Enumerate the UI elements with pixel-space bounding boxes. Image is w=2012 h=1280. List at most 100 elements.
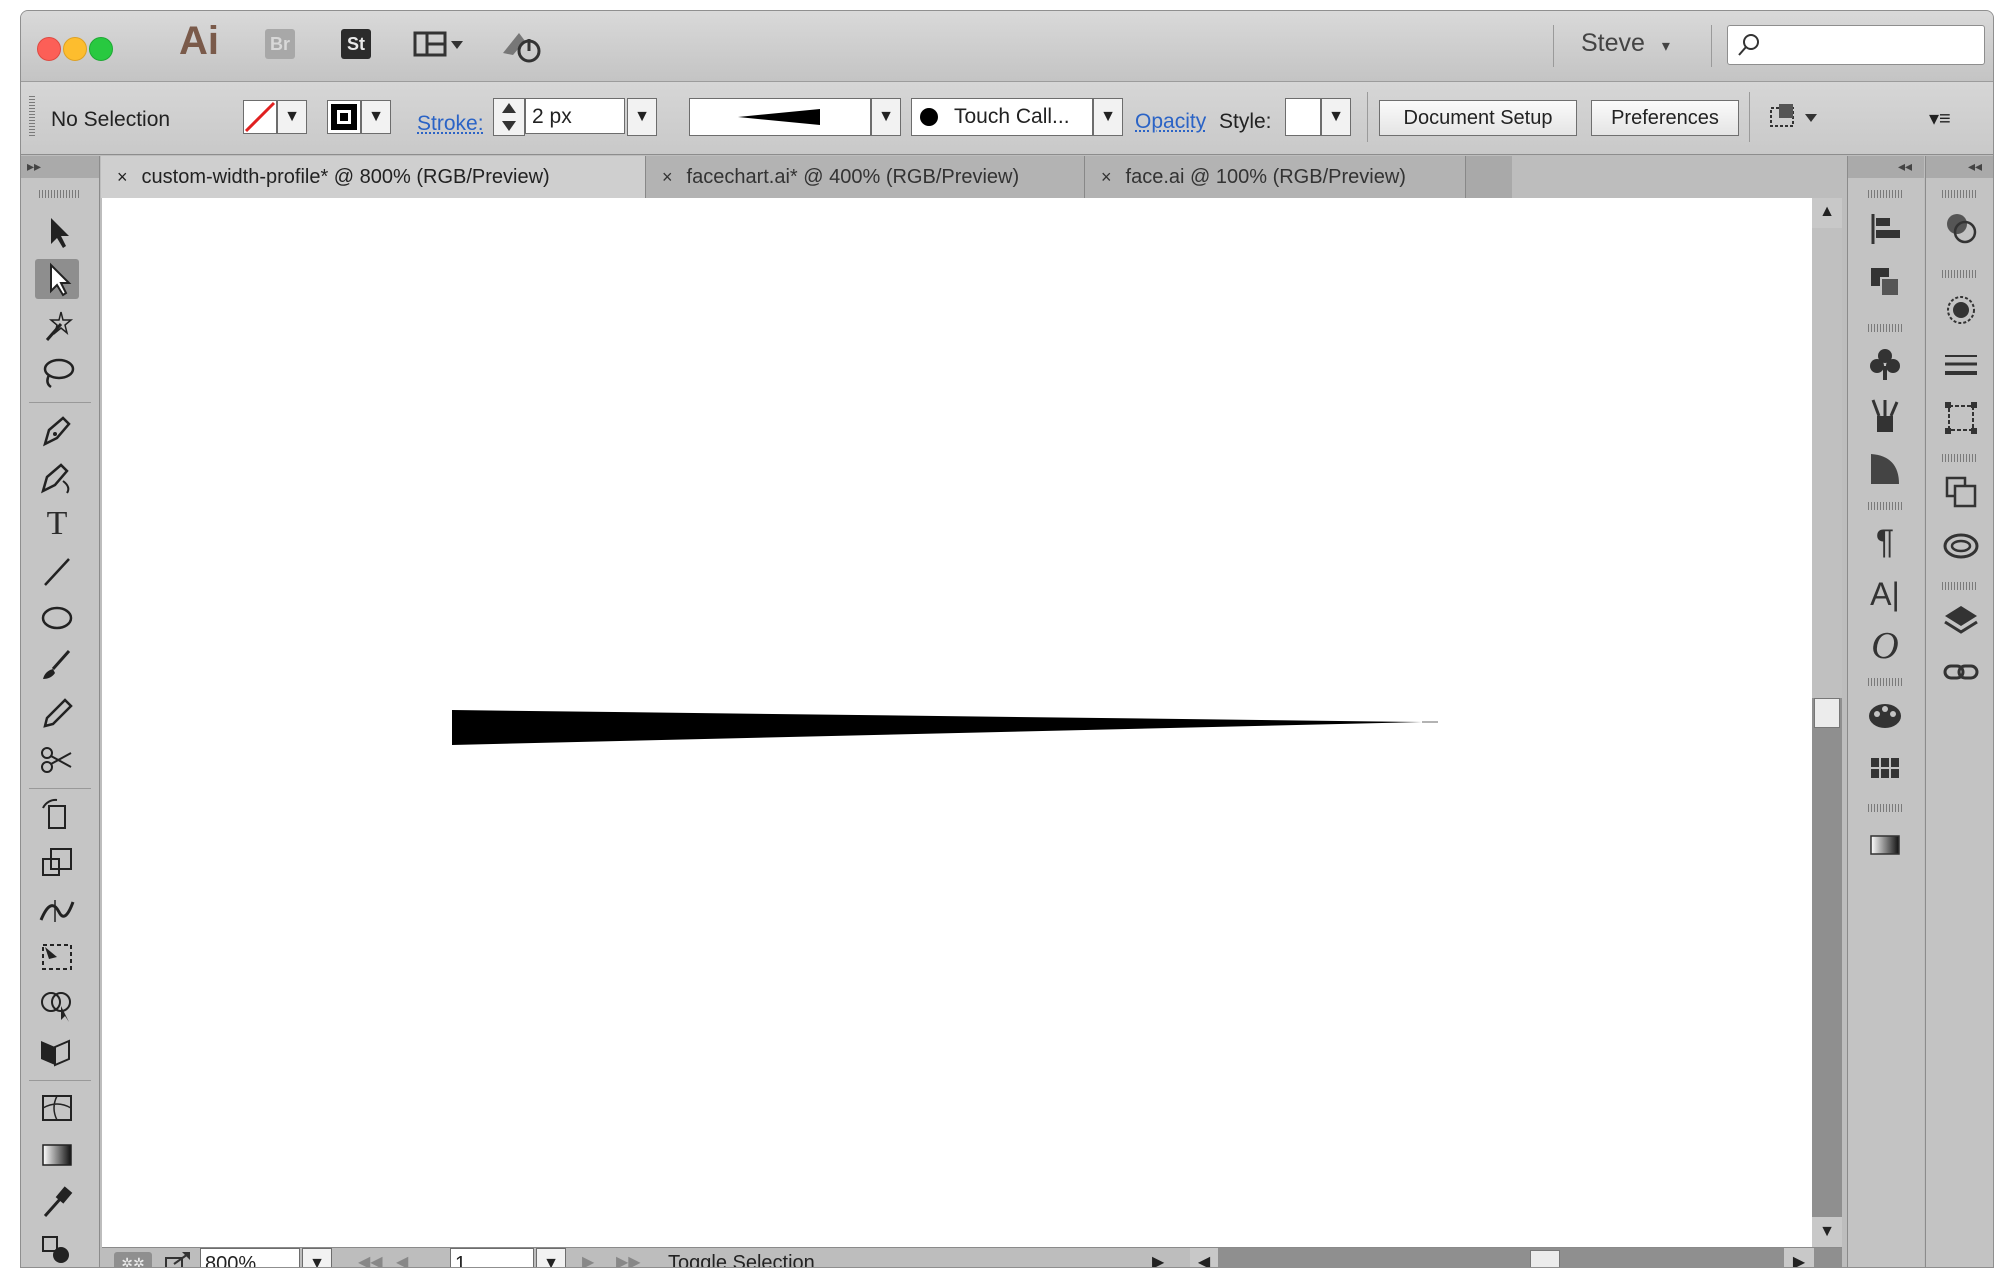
appearance-panel-icon[interactable] [1936,208,1986,252]
panel-group-grip[interactable] [1942,582,1978,590]
share-icon[interactable] [160,1250,194,1267]
opentype-panel-icon[interactable]: O [1860,624,1910,668]
expand-panel-icon[interactable]: ▸▸ [27,158,41,175]
scroll-up-arrow-icon[interactable]: ▲ [1812,198,1842,228]
ellipse-tool-icon[interactable] [35,598,79,638]
brush-definition-select[interactable]: Touch Call... [911,98,1093,136]
gradient-tool-icon[interactable] [35,1135,79,1175]
pathfinder-panel-icon[interactable] [1860,260,1910,304]
libraries-panel-icon[interactable] [1936,526,1986,570]
panel-group-grip[interactable] [1868,678,1904,686]
perspective-grid-tool-icon[interactable] [35,1031,79,1071]
artboard-number-input[interactable]: 1 [450,1248,534,1267]
brushes-panel-icon[interactable] [1860,396,1910,440]
brush-dropdown[interactable]: ▼ [1093,98,1123,136]
tab-face[interactable]: × face.ai @ 100% (RGB/Preview) [1085,156,1466,198]
paintbrush-tool-icon[interactable] [35,645,79,685]
panel-group-grip[interactable] [1942,190,1978,198]
stroke-panel-icon[interactable] [1860,448,1910,492]
symbols-panel-icon[interactable] [1860,344,1910,388]
stroke-swatch-dropdown[interactable]: ▼ [361,100,391,134]
shape-builder-tool-icon[interactable] [35,984,79,1024]
first-artboard-icon[interactable]: ◀◀ [358,1252,383,1267]
artboard-options-icon[interactable]: ✲✲ [114,1252,152,1267]
links-panel-icon[interactable] [1936,652,1986,696]
artboard-dropdown[interactable]: ▼ [536,1248,566,1267]
dock-header[interactable]: ◂◂ [1848,156,1924,178]
previous-artboard-icon[interactable]: ◀ [396,1252,408,1267]
stroke-weight-panel-icon[interactable] [1936,344,1986,388]
gpu-performance-icon[interactable] [499,25,543,65]
scale-tool-icon[interactable] [35,843,79,883]
isolate-object-icon[interactable] [1767,102,1823,134]
close-tab-icon[interactable]: × [117,167,128,187]
stroke-panel-link[interactable]: Stroke: [417,112,484,136]
paragraph-panel-icon[interactable]: ¶ [1860,520,1910,564]
curvature-tool-icon[interactable] [35,457,79,497]
stock-button[interactable]: St [341,29,371,59]
scroll-right-arrow-icon[interactable]: ▶ [1784,1248,1814,1267]
selection-tool-icon[interactable] [35,212,79,252]
stroke-weight-dropdown[interactable]: ▼ [627,98,657,136]
status-menu-arrow-icon[interactable]: ▶ [1152,1252,1164,1267]
panel-group-grip[interactable] [1868,190,1904,198]
minimize-window-button[interactable] [63,37,87,61]
preferences-button[interactable]: Preferences [1591,100,1739,136]
panel-menu-icon[interactable]: ▾≡ [1929,106,1951,131]
pencil-tool-icon[interactable] [35,692,79,732]
close-tab-icon[interactable]: × [1101,167,1112,187]
swatches-panel-icon[interactable] [1860,748,1910,792]
panel-group-grip[interactable] [1868,324,1904,332]
transform-panel-icon[interactable] [1936,398,1986,442]
rotate-tool-icon[interactable] [35,796,79,836]
fill-swatch[interactable] [243,100,277,134]
panel-group-grip[interactable] [1868,502,1904,510]
width-profile-select[interactable] [689,98,871,136]
bridge-button[interactable]: Br [265,29,295,59]
last-artboard-icon[interactable]: ▶▶ [616,1252,641,1267]
tools-grip[interactable] [39,190,79,198]
blend-tool-icon[interactable] [35,1229,79,1267]
gradient-panel-icon[interactable] [1860,824,1910,868]
scroll-down-arrow-icon[interactable]: ▼ [1812,1217,1842,1247]
opacity-panel-link[interactable]: Opacity [1135,110,1206,134]
align-panel-icon[interactable] [1860,208,1910,252]
stroke-weight-input[interactable]: 2 px [525,98,625,134]
control-bar-grip[interactable] [29,96,35,138]
user-account-menu[interactable]: Steve ▾ [1581,29,1670,58]
vertical-scrollbar[interactable]: ▲ ▼ [1812,198,1842,1247]
character-panel-icon[interactable]: A| [1860,572,1910,616]
artboard-canvas[interactable] [102,198,1812,1247]
eyedropper-tool-icon[interactable] [35,1182,79,1222]
mesh-tool-icon[interactable] [35,1088,79,1128]
layers-panel-icon[interactable] [1936,600,1986,644]
panel-group-grip[interactable] [1942,454,1978,462]
zoom-level-input[interactable]: 800% [200,1248,300,1267]
stroke-swatch[interactable] [327,100,361,134]
arrange-documents-icon[interactable] [413,29,469,59]
document-setup-button[interactable]: Document Setup [1379,100,1577,136]
magic-wand-tool-icon[interactable] [35,306,79,346]
pen-tool-icon[interactable] [35,410,79,450]
panel-group-grip[interactable] [1942,270,1978,278]
stroke-weight-stepper[interactable] [493,98,525,136]
dock-header[interactable]: ◂◂ [1926,156,1993,178]
next-artboard-icon[interactable]: ▶ [582,1252,594,1267]
width-profile-dropdown[interactable]: ▼ [871,98,901,136]
panel-group-grip[interactable] [1868,804,1904,812]
graphic-style-dropdown[interactable]: ▼ [1321,98,1351,136]
fill-dropdown[interactable]: ▼ [277,100,307,134]
search-input[interactable] [1727,25,1985,65]
scroll-left-arrow-icon[interactable]: ◀ [1190,1248,1218,1267]
line-segment-tool-icon[interactable] [35,551,79,591]
close-tab-icon[interactable]: × [662,167,673,187]
zoom-dropdown[interactable]: ▼ [302,1248,332,1267]
free-transform-tool-icon[interactable] [35,937,79,977]
type-tool-icon[interactable]: T [35,504,79,544]
direct-selection-tool-icon[interactable] [35,259,79,299]
h-scroll-thumb[interactable] [1530,1250,1560,1267]
transparency-panel-icon[interactable] [1936,290,1986,334]
close-window-button[interactable] [37,37,61,61]
width-tool-icon[interactable] [35,890,79,930]
collapse-dock-icon[interactable]: ◂◂ [1898,158,1912,175]
